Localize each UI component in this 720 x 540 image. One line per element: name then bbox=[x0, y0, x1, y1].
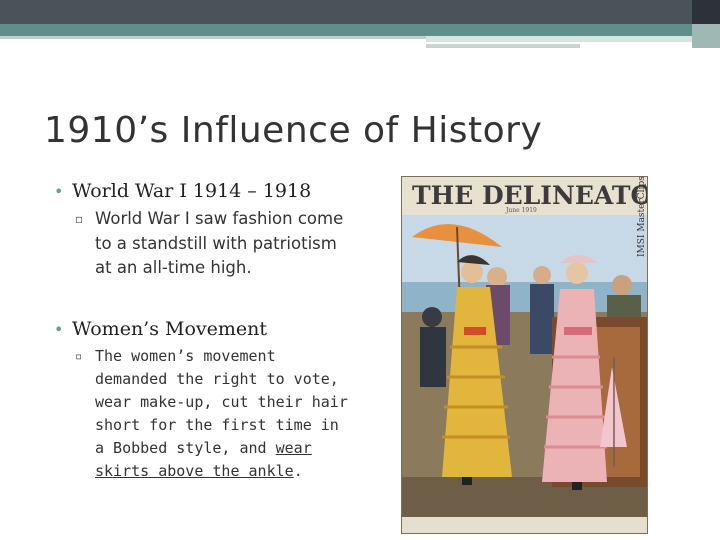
sub-bullet-ww1: ▫ World War I saw fashion come to a stan… bbox=[54, 207, 354, 281]
square-bullet-icon: ▫ bbox=[75, 348, 83, 363]
spacer bbox=[54, 281, 354, 318]
masthead-text: THE DELINEATOR bbox=[412, 181, 647, 210]
bullet-womens-movement: Women’s Movement bbox=[54, 318, 354, 341]
accent-line bbox=[0, 36, 426, 39]
bullet-list: World War I 1914 – 1918 ▫ World War I sa… bbox=[54, 180, 354, 483]
top-bar bbox=[0, 0, 720, 24]
sub-bullet-end: . bbox=[293, 461, 303, 480]
watermark-text: IMSI MasterClips bbox=[637, 176, 647, 257]
bullet-ww1: World War I 1914 – 1918 bbox=[54, 180, 354, 203]
accent-stripe bbox=[0, 24, 692, 36]
accent-stripe-corner bbox=[692, 24, 720, 48]
issue-date: June 1919 bbox=[505, 207, 537, 214]
watermark: IMSI MasterClips bbox=[636, 176, 648, 260]
top-bar-corner bbox=[692, 0, 720, 24]
delineator-cover-image: THE DELINEATOR June 1919 bbox=[401, 176, 648, 534]
cover-illustration: THE DELINEATOR June 1919 bbox=[402, 177, 647, 533]
square-bullet-icon: ▫ bbox=[75, 212, 84, 226]
slide-title: 1910’s Influence of History bbox=[44, 110, 543, 151]
accent-line bbox=[426, 36, 692, 42]
accent-line bbox=[426, 44, 580, 48]
sub-bullet-text: World War I saw fashion come to a stands… bbox=[95, 209, 344, 277]
sub-bullet-womens-movement: ▫ The women’s movement demanded the righ… bbox=[54, 345, 353, 483]
